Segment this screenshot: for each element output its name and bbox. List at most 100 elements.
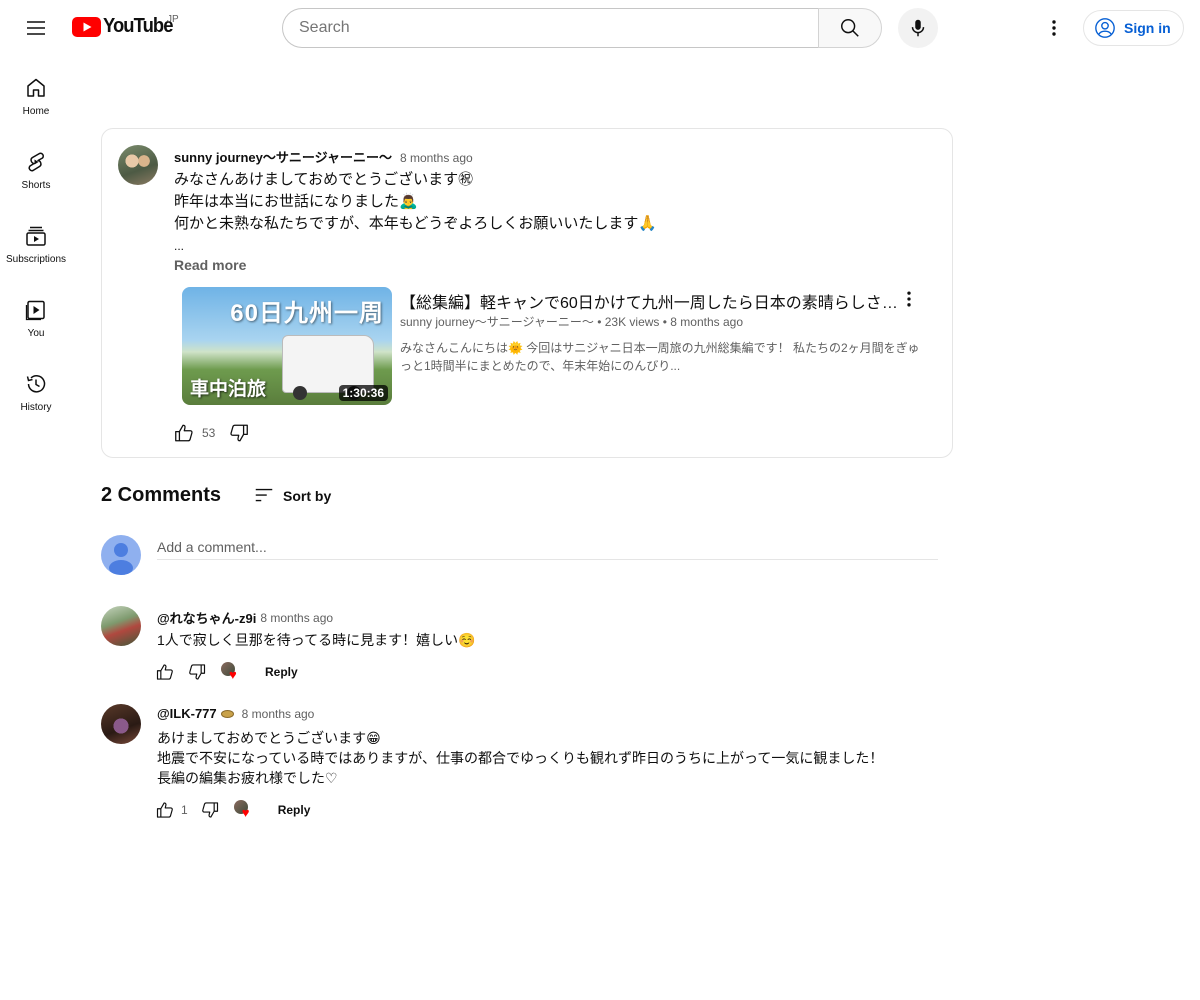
home-icon <box>27 78 45 97</box>
comment-like-button[interactable] <box>153 798 177 822</box>
sidebar-item-subscriptions[interactable]: Subscriptions <box>0 204 72 278</box>
account-circle-icon <box>1095 18 1115 38</box>
add-comment-input[interactable]: Add a comment... <box>157 535 938 560</box>
sidebar-item-history[interactable]: History <box>0 352 72 426</box>
history-icon <box>26 375 46 393</box>
comment-text: あけましておめでとうございます😁 地震で不安になっている時ではありますが、仕事の… <box>157 728 883 788</box>
thumbs-up-icon <box>156 802 173 818</box>
post-timestamp[interactable]: 8 months ago <box>400 151 473 165</box>
logo-country-code: JP <box>167 14 179 25</box>
hamburger-icon <box>27 21 45 35</box>
comments-count: 2 Comments <box>101 484 222 506</box>
comment-timestamp[interactable]: 8 months ago <box>260 611 333 625</box>
creator-heart-badge: ♥ <box>219 660 243 684</box>
sort-by-label: Sort by <box>283 487 332 504</box>
comment-text: 1人で寂しく旦那を待ってる時に見ます！嬉しい☺️ <box>157 630 476 650</box>
more-vertical-icon <box>907 291 911 307</box>
mini-guide: Home Shorts Subscriptions You History <box>0 56 72 426</box>
sign-in-label: Sign in <box>1124 20 1171 36</box>
comment-line: 地震で不安になっている時ではありますが、仕事の都合でゆっくりも観れず昨日のうちに… <box>157 750 884 766</box>
comment-author-link[interactable]: @ILK-777 <box>157 706 217 721</box>
reply-button[interactable]: Reply <box>278 803 311 817</box>
creator-heart-badge: ♥ <box>232 798 256 822</box>
thumbnail-title-text: 60日九州一周 <box>230 300 384 327</box>
logo-text: YouTube <box>103 15 173 37</box>
youtube-logo[interactable]: YouTube JP <box>72 14 179 38</box>
sidebar-item-label: You <box>27 328 45 339</box>
default-avatar-icon <box>109 543 133 575</box>
post-line: 何かと未熟な私たちですが、本年もどうぞよろしくお願いいたします🙏 <box>174 215 658 232</box>
sort-by-button[interactable]: Sort by <box>253 485 331 507</box>
comment-timestamp[interactable]: 8 months ago <box>242 707 315 721</box>
microphone-icon <box>911 19 925 37</box>
thumbnail-subtitle-text: 車中泊旅 <box>190 379 267 400</box>
thumbs-up-icon <box>156 664 173 680</box>
post-header: sunny journey〜サニージャーニー〜 8 months ago <box>174 147 473 166</box>
post-action-bar: 53 <box>172 421 251 445</box>
attached-video[interactable]: 60日九州一周 車中泊旅 1:30:36 【総集編】軽キャンで60日かけて九州一… <box>182 287 942 407</box>
commenter-avatar[interactable] <box>101 704 141 744</box>
sidebar-item-label: Home <box>22 106 50 117</box>
sidebar-item-you[interactable]: You <box>0 278 72 352</box>
post-author-link[interactable]: sunny journey〜サニージャーニー〜 <box>174 147 392 166</box>
comment-line: 長編の編集お疲れ様でした♡ <box>157 770 338 786</box>
comment-dislike-button[interactable] <box>185 660 209 684</box>
post-text: みなさんあけましておめでとうございます㊗ 昨年は本当にお世話になりました🙇‍♂️… <box>174 169 657 235</box>
shorts-icon <box>28 152 44 172</box>
comment-like-button[interactable] <box>153 660 177 684</box>
video-thumbnail[interactable]: 60日九州一周 車中泊旅 1:30:36 <box>182 287 392 405</box>
video-description-snippet: みなさんこんにちは🌞 今回はサニジャニ日本一周旅の九州総集編です！ 私たちの2ヶ… <box>400 341 920 373</box>
post-line: みなさんあけましておめでとうございます㊗ <box>174 171 474 188</box>
comment-action-bar: ♥ Reply <box>153 660 298 684</box>
dislike-button[interactable] <box>227 421 251 445</box>
heart-icon: ♥ <box>229 667 237 682</box>
comment-author-link[interactable]: @れなちゃん-z9i <box>157 608 256 627</box>
add-comment-box: Add a comment... <box>101 535 938 575</box>
search-input[interactable] <box>299 19 819 37</box>
sidebar-item-shorts[interactable]: Shorts <box>0 130 72 204</box>
search-box[interactable] <box>282 8 819 48</box>
like-count: 53 <box>202 426 216 440</box>
comments-header: 2 Comments Sort by <box>101 484 331 507</box>
masthead: YouTube JP Sign in <box>0 0 1200 56</box>
guide-menu-button[interactable] <box>16 8 56 48</box>
membership-badge-icon <box>220 709 234 718</box>
comment-dislike-button[interactable] <box>198 798 222 822</box>
commenter-avatar[interactable] <box>101 606 141 646</box>
search-icon <box>841 19 859 37</box>
comment-line: あけましておめでとうございます😁 <box>157 730 381 746</box>
subscriptions-icon <box>26 226 46 246</box>
video-menu-button[interactable] <box>897 287 921 311</box>
comment-header: @れなちゃん-z9i 8 months ago <box>157 608 333 627</box>
sidebar-item-label: Shorts <box>21 180 51 191</box>
read-more-button[interactable]: Read more <box>174 257 246 273</box>
more-vertical-icon <box>1052 20 1056 36</box>
voice-search-button[interactable] <box>898 8 938 48</box>
you-icon <box>25 300 45 321</box>
post-truncation-ellipsis: ... <box>174 239 185 253</box>
video-duration-badge: 1:30:36 <box>338 385 388 401</box>
sort-icon <box>255 488 273 501</box>
thumbs-up-icon <box>175 424 193 442</box>
thumbs-down-icon <box>230 424 249 442</box>
channel-avatar[interactable] <box>118 145 158 185</box>
youtube-play-icon <box>72 16 101 37</box>
community-post: sunny journey〜サニージャーニー〜 8 months ago みなさ… <box>101 128 953 458</box>
like-button[interactable] <box>172 421 196 445</box>
comment-like-count: 1 <box>181 803 188 817</box>
thumbs-down-icon <box>201 802 218 818</box>
video-title-link[interactable]: 【総集編】軽キャンで60日かけて九州一周したら日本の素晴らしさを再確認しました <box>400 289 900 313</box>
sign-in-button[interactable]: Sign in <box>1083 10 1184 46</box>
thumbs-down-icon <box>189 664 206 680</box>
comment-action-bar: 1 ♥ Reply <box>153 798 310 822</box>
comment-line: 1人で寂しく旦那を待ってる時に見ます！嬉しい☺️ <box>157 632 476 648</box>
sidebar-item-home[interactable]: Home <box>0 56 72 130</box>
user-avatar <box>101 535 141 575</box>
sidebar-item-label: History <box>20 402 52 413</box>
heart-icon: ♥ <box>241 805 250 820</box>
reply-button[interactable]: Reply <box>265 665 298 679</box>
comment-header: @ILK-777 8 months ago <box>157 706 314 721</box>
search-button[interactable] <box>818 8 882 48</box>
settings-more-button[interactable] <box>1034 8 1074 48</box>
sidebar-item-label: Subscriptions <box>5 254 67 265</box>
